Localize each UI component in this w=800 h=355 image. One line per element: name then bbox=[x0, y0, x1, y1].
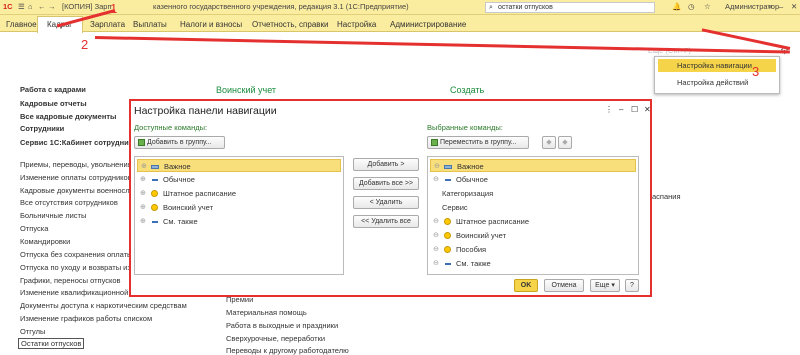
more-button[interactable]: Еще ▾ bbox=[590, 279, 620, 292]
link-employees[interactable]: Сотрудники bbox=[20, 124, 64, 133]
selected-list[interactable]: ⊖ Важное ⊖ Обычное Категоризация Сервис ⊖ Ш… bbox=[427, 156, 639, 275]
list-item[interactable]: ⊕ Важное bbox=[137, 159, 341, 172]
minimize-icon[interactable]: – bbox=[779, 2, 783, 11]
menu-item-action-settings[interactable]: Настройка действий bbox=[677, 78, 748, 87]
folder-plus-icon bbox=[138, 139, 145, 146]
link-work-with-staff[interactable]: Работа с кадрами bbox=[20, 85, 86, 94]
available-list[interactable]: ⊕ Важное ⊕ Обычное ⊕ Штатное расписание ⊕ Во… bbox=[134, 156, 344, 275]
right-text-fragment[interactable]: аспания bbox=[652, 192, 681, 201]
annotation-number-1: 1 bbox=[110, 1, 118, 16]
list-item[interactable]: ⊖ Пособия bbox=[430, 243, 636, 256]
link-narcotics-access[interactable]: Документы доступа к наркотическим средст… bbox=[20, 301, 187, 310]
add-to-group-button[interactable]: Добавить в группу... bbox=[134, 136, 225, 149]
list-item[interactable]: Сервис bbox=[430, 201, 636, 214]
menu-item-nav-settings[interactable]: Настройка навигации bbox=[677, 61, 752, 70]
tab-payments[interactable]: Выплаты bbox=[133, 20, 167, 29]
search-icon: ⌕ bbox=[489, 4, 493, 11]
tab-settings[interactable]: Настройка bbox=[337, 20, 376, 29]
settings-icon[interactable]: ≡ bbox=[768, 2, 772, 11]
window-title-rest: казенного государственного учреждения, р… bbox=[153, 2, 409, 11]
link-vacation-schedules[interactable]: Графики, переносы отпусков bbox=[20, 276, 121, 285]
cancel-button[interactable]: Отмена bbox=[544, 279, 584, 292]
link-unpaid-leave[interactable]: Отпуска без сохранения оплаты bbox=[20, 250, 132, 259]
ok-button[interactable]: OK bbox=[514, 279, 538, 292]
military-heading[interactable]: Воинский учет bbox=[216, 85, 276, 95]
annotation-arrow-2 bbox=[94, 36, 790, 54]
tab-administration[interactable]: Администрирование bbox=[390, 20, 466, 29]
link-qualification-change[interactable]: Изменение квалификационной ка bbox=[20, 288, 138, 297]
link-pay-change[interactable]: Изменение оплаты сотрудников bbox=[20, 173, 132, 182]
list-item[interactable]: ⊖ Важное bbox=[430, 159, 636, 172]
selected-label: Выбранные команды: bbox=[427, 123, 503, 132]
list-item[interactable]: ⊕ Штатное расписание bbox=[137, 187, 341, 200]
tab-reports[interactable]: Отчетность, справки bbox=[252, 20, 329, 29]
list-item[interactable]: ⊕ Обычное bbox=[137, 173, 341, 186]
list-item[interactable]: ⊖ См. также bbox=[430, 257, 636, 270]
remove-button[interactable]: < Удалить bbox=[353, 196, 419, 209]
annotation-number-2: 2 bbox=[81, 37, 89, 52]
link-time-off[interactable]: Отгулы bbox=[20, 327, 45, 336]
link-schedule-change[interactable]: Изменение графиков работы списком bbox=[20, 314, 152, 323]
home-icon[interactable]: ⌂ bbox=[28, 2, 33, 11]
title-bar: 1С ☰ ⌂ ← → [КОПИЯ] Зарп казенного госуда… bbox=[0, 0, 800, 15]
link-hires[interactable]: Приемы, переводы, увольнения bbox=[20, 160, 132, 169]
dialog-more-icon[interactable]: ⋮ bbox=[605, 105, 613, 114]
dialog-minimize-icon[interactable]: – bbox=[619, 105, 623, 114]
back-icon[interactable]: ← bbox=[38, 2, 46, 11]
link-sick-leaves[interactable]: Больничные листы bbox=[20, 211, 86, 220]
available-label: Доступные команды: bbox=[134, 123, 208, 132]
dialog-close-icon[interactable]: ✕ bbox=[644, 105, 651, 114]
tab-taxes[interactable]: Налоги и взносы bbox=[180, 20, 242, 29]
tab-salary[interactable]: Зарплата bbox=[90, 20, 125, 29]
folder-move-icon bbox=[431, 139, 438, 146]
close-icon[interactable]: ✕ bbox=[791, 2, 797, 11]
annotation-number-3: 3 bbox=[752, 64, 760, 79]
link-transfers[interactable]: Переводы к другому работодателю bbox=[226, 346, 349, 355]
link-hr-reports[interactable]: Кадровые отчеты bbox=[20, 99, 87, 108]
move-up-button[interactable]: ◆ bbox=[542, 136, 556, 149]
remove-all-button[interactable]: << Удалить все bbox=[353, 215, 419, 228]
link-parental-leave[interactable]: Отпуска по уходу и возвраты из bbox=[20, 263, 131, 272]
forward-icon[interactable]: → bbox=[48, 2, 56, 11]
bell-icon[interactable]: 🔔 bbox=[672, 2, 681, 11]
dialog-maximize-icon[interactable]: ☐ bbox=[631, 105, 638, 114]
tab-main[interactable]: Главное bbox=[6, 20, 37, 29]
add-all-button[interactable]: Добавить все >> bbox=[353, 177, 419, 190]
link-employee-cabinet[interactable]: Сервис 1С:Кабинет сотрудника bbox=[20, 138, 137, 147]
add-button[interactable]: Добавить > bbox=[353, 158, 419, 171]
link-material-aid[interactable]: Материальная помощь bbox=[226, 308, 307, 317]
link-business-trips[interactable]: Командировки bbox=[20, 237, 70, 246]
list-item[interactable]: ⊖ Воинский учет bbox=[430, 229, 636, 242]
link-vacations[interactable]: Отпуска bbox=[20, 224, 48, 233]
search-input[interactable]: ⌕ остатки отпусков bbox=[485, 2, 655, 13]
move-to-group-button[interactable]: Переместить в группу... bbox=[427, 136, 529, 149]
list-item[interactable]: ⊕ См. также bbox=[137, 215, 341, 228]
link-all-absences[interactable]: Все отсутствия сотрудников bbox=[20, 198, 118, 207]
link-holiday-work[interactable]: Работа в выходные и праздники bbox=[226, 321, 338, 330]
menu-icon[interactable]: ☰ bbox=[18, 2, 25, 11]
list-item[interactable]: Категоризация bbox=[430, 187, 636, 200]
list-item[interactable]: ⊖ Обычное bbox=[430, 173, 636, 186]
app-logo: 1С bbox=[3, 2, 13, 11]
nav-settings-dialog: Настройка панели навигации ⋮ – ☐ ✕ Досту… bbox=[129, 99, 652, 297]
help-button[interactable]: ? bbox=[625, 279, 639, 292]
window-title: [КОПИЯ] Зарп bbox=[62, 2, 112, 11]
history-icon[interactable]: ◷ bbox=[688, 2, 695, 11]
star-icon[interactable]: ☆ bbox=[704, 2, 711, 11]
link-vacation-balances[interactable]: Остатки отпусков bbox=[18, 338, 85, 349]
list-item[interactable]: ⊕ Воинский учет bbox=[137, 201, 341, 214]
link-military-docs[interactable]: Кадровые документы военнослу bbox=[20, 186, 133, 195]
list-item[interactable]: ⊖ Штатное расписание bbox=[430, 215, 636, 228]
link-all-hr-docs[interactable]: Все кадровые документы bbox=[20, 112, 116, 121]
link-overtime[interactable]: Сверхурочные, переработки bbox=[226, 334, 325, 343]
create-heading: Создать bbox=[450, 85, 485, 95]
move-down-button[interactable]: ◆ bbox=[558, 136, 572, 149]
dialog-title: Настройка панели навигации bbox=[134, 105, 277, 117]
